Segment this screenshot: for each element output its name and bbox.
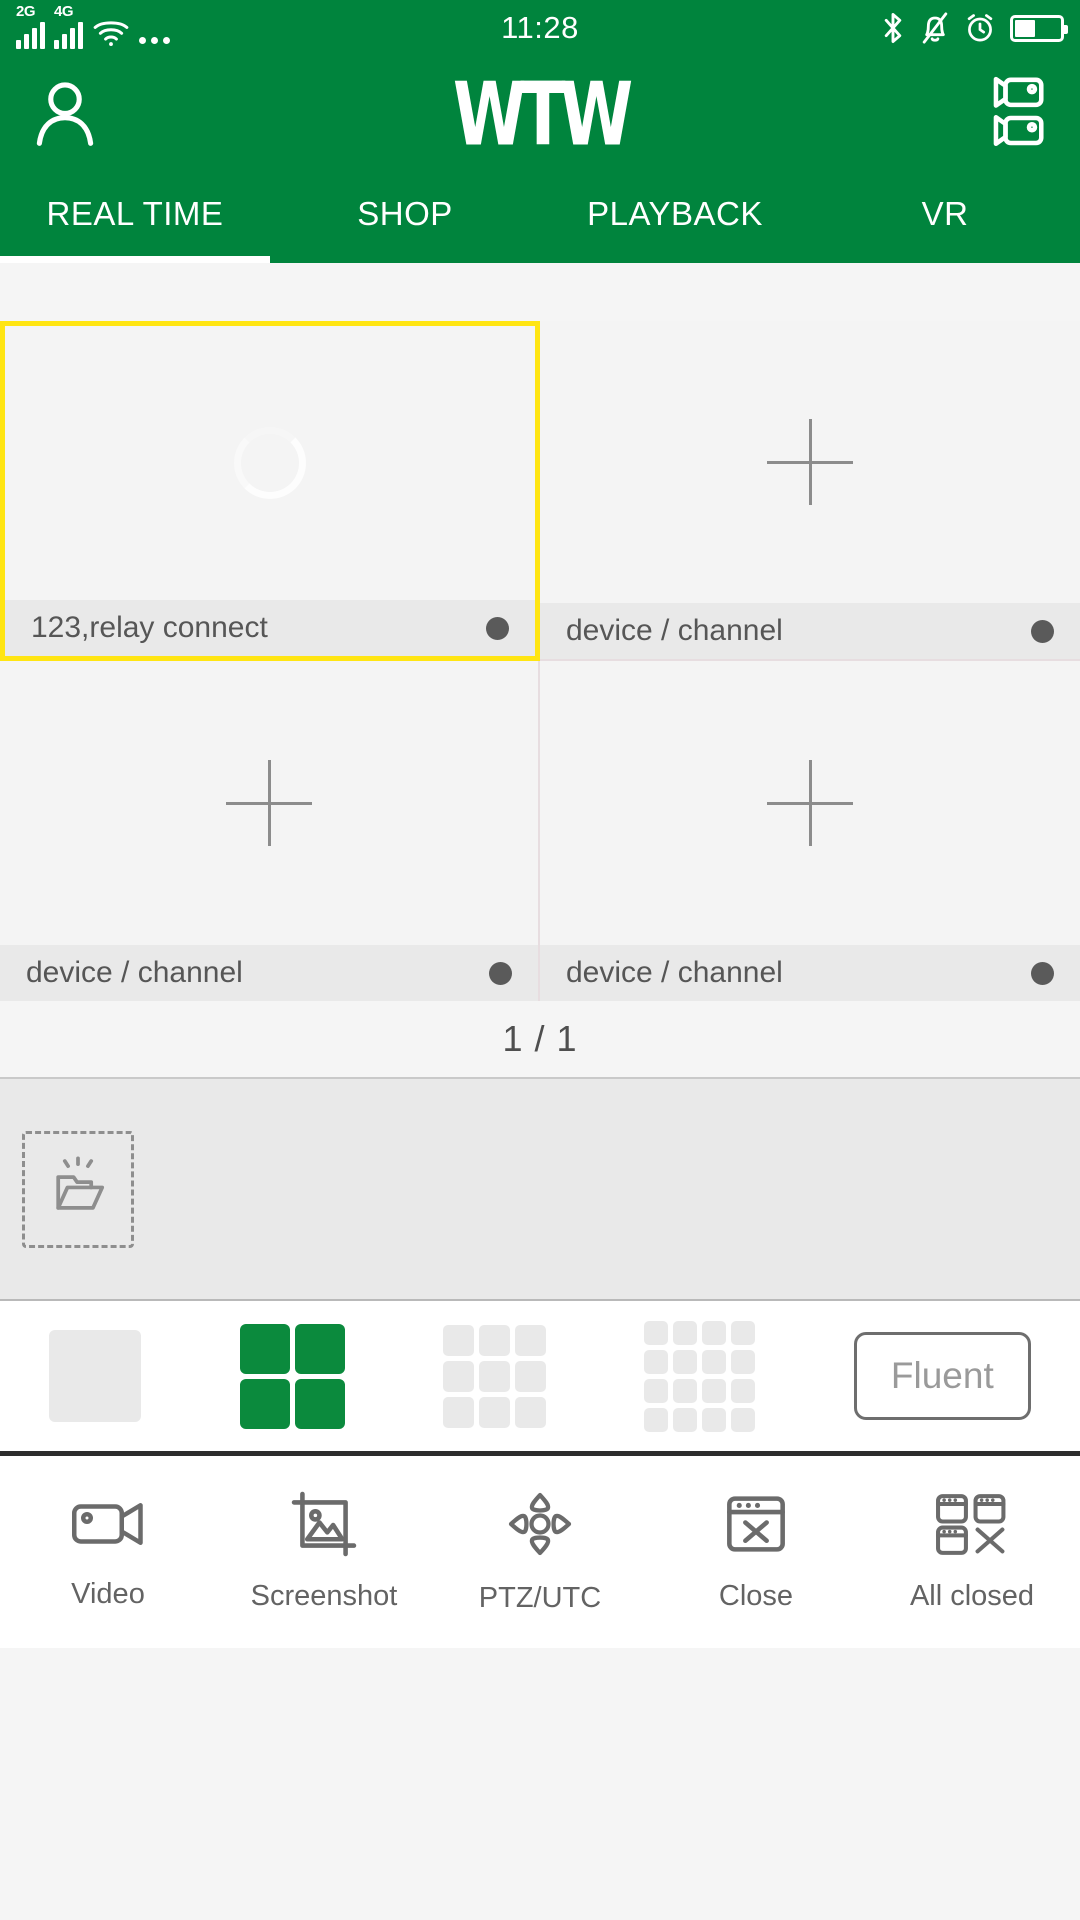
tab-label: REAL TIME [46,195,224,232]
stream-quality-option[interactable]: Fluent [853,1332,1031,1420]
status-dot-icon [1031,619,1054,643]
toolbar-button-video[interactable]: Video [0,1493,216,1611]
app-screen: 2G 4G 11:28 WTW REAL TIME SHOP PLAYBACK … [0,0,1080,1920]
toolbar-button-all-closed[interactable]: All closed [864,1491,1080,1613]
video-cell-2[interactable]: device / channel [540,321,1080,661]
app-logo: WTW [452,63,633,166]
network-4g-label: 4G [54,3,74,20]
tab-playback[interactable]: PLAYBACK [540,173,810,263]
more-dots-icon [139,37,170,44]
video-cell-label: 123,relay connect [31,611,268,644]
layout-selector: Fluent [0,1301,1080,1456]
status-bar-right [880,11,1068,45]
status-dot-icon [489,961,512,985]
layout-3x3-icon [443,1324,547,1428]
add-channel-plus-icon[interactable] [226,760,312,846]
add-channel-plus-icon[interactable] [767,760,853,846]
video-cell-label: device / channel [566,956,783,989]
video-cell-view[interactable] [5,326,535,600]
camcorder-icon [68,1493,148,1560]
video-cell-3[interactable]: device / channel [0,661,540,1001]
add-group-dropzone[interactable] [22,1130,134,1248]
signal-2g-icon: 2G [16,3,45,49]
battery-icon [1010,14,1068,42]
video-grid: 123,relay connect device / channel devic… [0,321,1080,1001]
video-cell-label-bar: 123,relay connect [5,600,535,656]
status-dot-icon [486,616,509,640]
toolbar-label: Close [718,1580,794,1612]
app-header: WTW [0,56,1080,173]
page-indicator: 1 / 1 [0,1001,1080,1079]
video-cell-view[interactable] [540,661,1080,945]
layout-2x2-icon [239,1323,345,1429]
network-2g-label: 2G [16,3,36,20]
favorites-tray [0,1079,1080,1301]
video-cell-label: device / channel [26,956,243,989]
alarm-clock-icon [964,11,996,45]
stage-spacer [0,263,1080,321]
fluent-quality-button[interactable]: Fluent [853,1332,1031,1420]
video-cell-view[interactable] [0,661,538,945]
layout-option-3x3[interactable] [443,1324,547,1428]
status-dot-icon [1031,961,1054,985]
layout-4x4-icon [644,1320,756,1432]
tab-label: VR [921,195,969,232]
signal-4g-icon: 4G [54,3,83,49]
video-cell-4[interactable]: device / channel [540,661,1080,1001]
toolbar-label: Screenshot [250,1580,398,1612]
video-cell-view[interactable] [540,321,1080,603]
video-stage: 123,relay connect device / channel devic… [0,263,1080,1920]
toolbar-label: All closed [909,1580,1035,1612]
toolbar-button-screenshot[interactable]: Screenshot [216,1491,432,1613]
window-close-icon [722,1491,790,1562]
video-cell-label-bar: device / channel [540,945,1080,1001]
tab-shop[interactable]: SHOP [270,173,540,263]
toolbar-button-close[interactable]: Close [648,1491,864,1613]
toolbar-label: PTZ/UTC [478,1582,602,1614]
all-windows-close-icon [934,1491,1010,1562]
layout-option-2x2[interactable] [239,1323,345,1429]
camera-list-icon[interactable] [990,73,1052,156]
tab-real-time[interactable]: REAL TIME [0,173,270,263]
add-channel-plus-icon[interactable] [767,419,853,505]
person-icon[interactable] [28,75,102,154]
video-cell-1[interactable]: 123,relay connect [0,321,540,661]
wifi-icon [92,17,130,49]
video-cell-label-bar: device / channel [0,945,538,1001]
video-cell-label-bar: device / channel [540,603,1080,659]
toolbar-button-ptz-utc[interactable]: PTZ/UTC [432,1489,648,1615]
video-cell-label: device / channel [566,614,783,647]
dpad-icon [505,1489,575,1564]
image-crop-icon [290,1491,358,1562]
main-tab-bar: REAL TIME SHOP PLAYBACK VR [0,173,1080,263]
loading-spinner-icon [234,427,306,499]
status-bar-left: 2G 4G [16,3,170,49]
bluetooth-icon [880,11,906,45]
layout-option-4x4[interactable] [644,1320,756,1432]
tab-label: SHOP [357,195,453,232]
toolbar-label: Video [71,1578,145,1610]
tab-vr[interactable]: VR [810,173,1080,263]
bell-muted-icon [920,11,950,45]
bottom-toolbar: Video Screenshot PTZ/UTC Close All close… [0,1456,1080,1648]
status-bar: 2G 4G 11:28 [0,0,1080,56]
open-folder-icon [45,1156,111,1223]
tab-label: PLAYBACK [587,195,763,232]
layout-1x1-icon [49,1330,142,1422]
layout-option-1x1[interactable] [49,1330,142,1422]
